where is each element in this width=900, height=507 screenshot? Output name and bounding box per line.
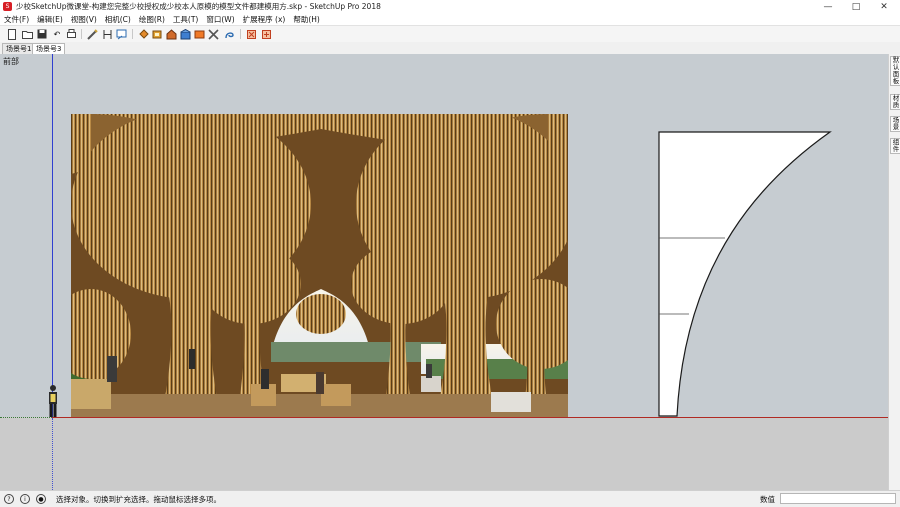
status-bar: ? i ● 选择对象。切换到扩充选择。拖动鼠标选择多项。 数值	[0, 490, 900, 507]
box-icon	[180, 28, 190, 39]
geo-location-icon[interactable]: ?	[4, 494, 14, 504]
plugin-icon	[246, 29, 256, 39]
layout-button[interactable]	[193, 28, 205, 40]
tab-materials[interactable]: 材质	[890, 94, 900, 110]
warehouse-button[interactable]	[165, 28, 177, 40]
open-file-button[interactable]	[21, 28, 33, 40]
dimension-icon	[103, 29, 111, 39]
scale-figure-person[interactable]	[47, 384, 59, 418]
menu-file[interactable]: 文件(F)	[0, 14, 33, 25]
paint-bucket-icon	[138, 28, 149, 39]
line-tool-button[interactable]	[86, 28, 98, 40]
bamboo-pavilion-image	[71, 114, 568, 417]
toolbar-divider	[240, 29, 241, 39]
menu-view[interactable]: 视图(V)	[67, 14, 101, 25]
plugin-button-2[interactable]	[260, 28, 272, 40]
swirl-icon	[224, 31, 234, 38]
window-title: 少校SketchUp微课堂-构建您完整少校授权成少校本人原模的模型文件都建模用方…	[16, 2, 381, 11]
ground-plane	[0, 417, 888, 490]
menu-draw[interactable]: 绘图(R)	[135, 14, 169, 25]
style-builder-button[interactable]	[223, 28, 235, 40]
model-viewport[interactable]: 前部	[0, 54, 888, 490]
tab-default-tray[interactable]: 默认面板	[890, 56, 900, 86]
layout-icon	[194, 30, 204, 38]
menu-edit[interactable]: 编辑(E)	[33, 14, 67, 25]
title-bar: S 少校SketchUp微课堂-构建您完整少校授权成少校本人原模的模型文件都建模…	[0, 0, 900, 13]
dimension-tool-button[interactable]	[101, 28, 113, 40]
minimize-button[interactable]: —	[814, 0, 842, 13]
view-label: 前部	[3, 57, 19, 66]
undo-button[interactable]: ↶	[51, 28, 63, 40]
pencil-icon	[86, 28, 98, 40]
tab-scenes[interactable]: 场景	[890, 116, 900, 132]
menu-bar: 文件(F) 编辑(E) 视图(V) 相机(C) 绘图(R) 工具(T) 窗口(W…	[0, 13, 900, 25]
save-icon	[37, 29, 47, 39]
text-tool-button[interactable]	[116, 28, 128, 40]
save-button[interactable]	[36, 28, 48, 40]
paint-bucket-button[interactable]	[137, 28, 149, 40]
toolbar: ↶	[0, 25, 900, 43]
extension-warehouse-button[interactable]	[179, 28, 191, 40]
status-message: 选择对象。切换到扩充选择。拖动鼠标选择多项。	[56, 495, 221, 504]
print-icon	[66, 29, 76, 38]
open-folder-icon	[21, 31, 33, 39]
measurements-input[interactable]	[780, 493, 896, 504]
user-icon[interactable]: ●	[36, 494, 46, 504]
tools-icon	[208, 28, 219, 40]
close-icon: ✕	[880, 1, 888, 12]
scene-tabs-bar: 场景号1 场景号3	[0, 42, 900, 54]
blue-axis-hidden	[52, 418, 53, 490]
maximize-button[interactable]: □	[842, 0, 870, 13]
blue-axis	[52, 54, 53, 417]
green-axis-hidden	[0, 417, 52, 418]
text-tool-icon	[116, 29, 127, 39]
new-file-icon	[8, 28, 16, 40]
sketchup-logo-icon: S	[3, 2, 12, 11]
plugin-button-1[interactable]	[245, 28, 257, 40]
toolbar-divider	[132, 29, 133, 39]
maximize-icon: □	[851, 1, 861, 12]
new-file-button[interactable]	[6, 28, 18, 40]
measurements-label: 数值	[760, 495, 775, 504]
menu-help[interactable]: 帮助(H)	[289, 14, 324, 25]
make-component-button[interactable]	[151, 28, 163, 40]
column-profile-shape[interactable]	[655, 128, 835, 418]
print-button[interactable]	[65, 28, 77, 40]
dynamic-component-button[interactable]	[208, 28, 220, 40]
scene-tab-3[interactable]: 场景号3	[32, 43, 66, 54]
menu-window[interactable]: 窗口(W)	[202, 14, 238, 25]
warehouse-icon	[166, 28, 176, 39]
menu-tools[interactable]: 工具(T)	[169, 14, 202, 25]
close-button[interactable]: ✕	[870, 0, 898, 13]
right-panel-tabs: 默认面板 材质 场景 组件	[888, 54, 900, 490]
credits-icon[interactable]: i	[20, 494, 30, 504]
minimize-icon: —	[823, 1, 833, 12]
menu-camera[interactable]: 相机(C)	[101, 14, 135, 25]
undo-icon: ↶	[53, 29, 61, 39]
scene-tab-1[interactable]: 场景号1	[2, 43, 36, 54]
reference-photo-bamboo-pavilion[interactable]	[71, 114, 568, 417]
menu-extensions[interactable]: 扩展程序 (x)	[239, 14, 290, 25]
toolbar-divider	[81, 29, 82, 39]
component-icon	[152, 30, 161, 38]
plugin-icon	[261, 29, 271, 39]
tab-components[interactable]: 组件	[890, 138, 900, 154]
